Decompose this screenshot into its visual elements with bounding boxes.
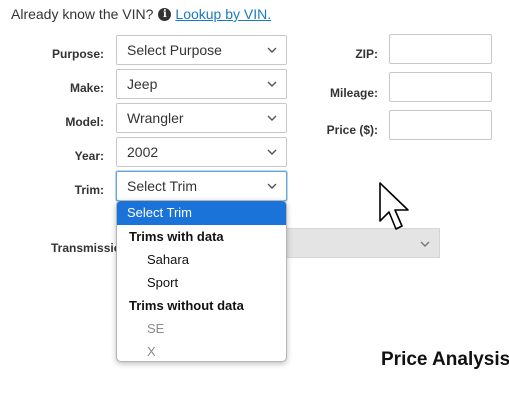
chevron-down-icon	[267, 47, 277, 53]
chevron-down-icon	[420, 241, 430, 247]
price-label: Price ($):	[326, 123, 378, 137]
make-select[interactable]: Jeep	[116, 69, 287, 99]
year-select-value: 2002	[127, 144, 159, 160]
mouse-pointer-icon	[379, 182, 409, 230]
vin-prompt-text: Already know the VIN?	[11, 6, 154, 22]
vehicle-price-form: Already know the VIN? i Lookup by VIN. P…	[0, 0, 509, 411]
trim-option-x: X	[147, 344, 156, 359]
zip-input[interactable]	[389, 34, 492, 64]
chevron-down-icon	[267, 81, 277, 87]
chevron-down-icon	[267, 115, 277, 121]
mileage-input[interactable]	[389, 72, 492, 102]
trim-dropdown-list: Select Trim Trims with data Sahara Sport…	[116, 200, 287, 362]
purpose-select[interactable]: Select Purpose	[116, 35, 287, 65]
model-label: Model:	[65, 115, 104, 129]
purpose-label: Purpose:	[51, 47, 104, 61]
trim-select-value: Select Trim	[127, 178, 198, 194]
model-select[interactable]: Wrangler	[116, 103, 287, 133]
vin-prompt: Already know the VIN? i Lookup by VIN.	[11, 6, 271, 22]
make-select-value: Jeep	[127, 76, 158, 92]
transmission-select[interactable]	[286, 228, 440, 258]
purpose-select-value: Select Purpose	[127, 42, 222, 58]
trim-label: Trim:	[74, 183, 104, 197]
chevron-down-icon	[267, 149, 277, 155]
trim-group-with-data: Trims with data	[129, 229, 224, 244]
trim-option-sahara[interactable]: Sahara	[117, 248, 286, 271]
model-select-value: Wrangler	[127, 110, 184, 126]
price-input[interactable]	[389, 110, 492, 140]
trim-option-sport[interactable]: Sport	[117, 271, 286, 294]
lookup-by-vin-link[interactable]: Lookup by VIN.	[175, 6, 271, 22]
mileage-label: Mileage:	[329, 86, 378, 100]
transmission-label: Transmissio	[51, 241, 122, 255]
price-analysis-heading: Price Analysis	[381, 349, 509, 370]
chevron-down-icon	[267, 183, 277, 189]
trim-option-se: SE	[147, 321, 165, 336]
trim-option-select-trim[interactable]: Select Trim	[117, 201, 286, 225]
trim-group-without-data: Trims without data	[129, 298, 244, 313]
year-label: Year:	[74, 149, 104, 163]
zip-label: ZIP:	[355, 47, 378, 61]
year-select[interactable]: 2002	[116, 137, 287, 167]
make-label: Make:	[69, 81, 104, 95]
info-icon: i	[158, 7, 172, 21]
trim-select[interactable]: Select Trim	[116, 171, 287, 201]
